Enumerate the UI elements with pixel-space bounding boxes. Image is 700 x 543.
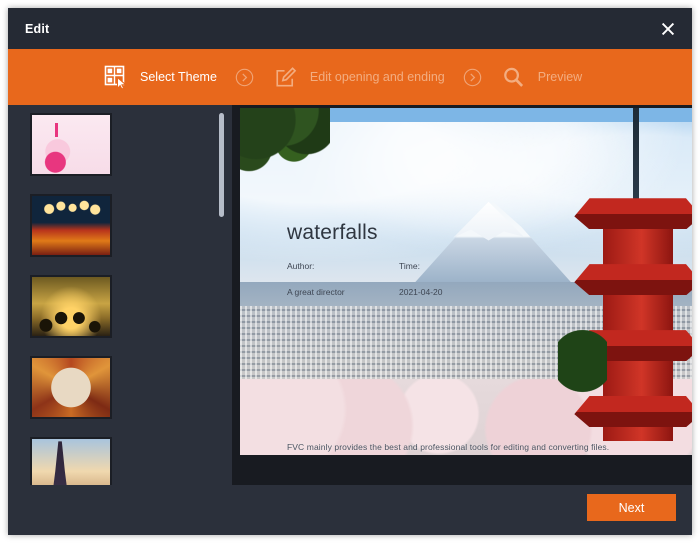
pencil-square-icon xyxy=(273,64,299,90)
theme-thumbnail-art xyxy=(32,277,110,336)
toolbar-step-preview-label: Preview xyxy=(537,70,583,84)
theme-thumbnail-cupcake[interactable] xyxy=(30,113,112,176)
theme-thumbnail-candles[interactable] xyxy=(30,194,112,257)
toolbar-step-edit-opening-ending-label: Edit opening and ending xyxy=(309,70,445,84)
preview-author-label: Author: xyxy=(287,261,315,271)
preview-metadata: Author: Time: A great director 2021-04-2… xyxy=(287,261,511,297)
close-icon xyxy=(660,21,676,37)
edit-dialog: Edit Select Theme Edit opening and endin… xyxy=(8,8,692,535)
theme-preview-image[interactable]: waterfalls Author: Time: A great directo… xyxy=(240,108,692,455)
step-separator-1 xyxy=(217,68,273,87)
step-toolbar: Select Theme Edit opening and ending Pre… xyxy=(8,49,692,105)
preview-time-label: Time: xyxy=(399,261,420,271)
toolbar-step-select-theme[interactable]: Select Theme xyxy=(103,49,217,105)
preview-panel: waterfalls Author: Time: A great directo… xyxy=(232,105,692,485)
close-button[interactable] xyxy=(652,13,684,44)
content-area: waterfalls Author: Time: A great directo… xyxy=(8,105,692,485)
preview-title: waterfalls xyxy=(287,221,378,244)
chevron-right-circle-icon xyxy=(463,68,482,87)
preview-caption: FVC mainly provides the best and profess… xyxy=(287,442,610,452)
theme-list-scrollbar[interactable] xyxy=(219,109,224,477)
theme-thumbnail-xmas[interactable] xyxy=(30,356,112,419)
footer-bar: Next xyxy=(8,485,692,535)
toolbar-step-preview[interactable]: Preview xyxy=(501,49,582,105)
theme-grid-cursor-icon xyxy=(103,64,129,90)
theme-thumbnail-art xyxy=(32,196,110,255)
window-title: Edit xyxy=(25,21,50,36)
theme-thumbnail-eiffel[interactable] xyxy=(30,437,112,485)
preview-author-value: A great director xyxy=(287,287,345,297)
toolbar-step-edit-opening-ending[interactable]: Edit opening and ending xyxy=(273,49,445,105)
title-bar: Edit xyxy=(8,8,692,49)
next-button[interactable]: Next xyxy=(587,494,676,521)
theme-list-panel xyxy=(8,105,232,485)
preview-time-value: 2021-04-20 xyxy=(399,287,443,297)
theme-thumbnail-art xyxy=(32,115,110,174)
theme-thumbnail-grid xyxy=(8,105,214,485)
step-separator-2 xyxy=(445,68,501,87)
magnifier-icon xyxy=(501,64,527,90)
theme-list-scrollbar-thumb[interactable] xyxy=(219,113,224,217)
theme-thumbnail-art xyxy=(32,439,110,485)
toolbar-step-select-theme-label: Select Theme xyxy=(140,70,217,84)
theme-thumbnail-family[interactable] xyxy=(30,275,112,338)
theme-thumbnail-art xyxy=(32,358,110,417)
chevron-right-circle-icon xyxy=(235,68,254,87)
